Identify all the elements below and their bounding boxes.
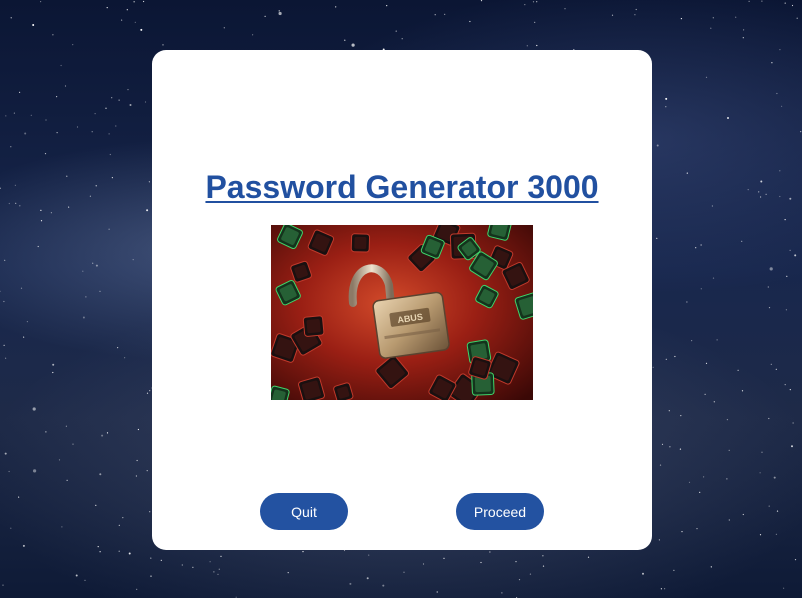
- hero-image: ABUS: [271, 225, 533, 400]
- padlock-keyboard-image: ABUS: [271, 225, 533, 400]
- proceed-button[interactable]: Proceed: [456, 493, 544, 530]
- main-card: Password Generator 3000 ABUS Quit Procee…: [152, 50, 652, 550]
- quit-button[interactable]: Quit: [260, 493, 348, 530]
- page-title: Password Generator 3000: [205, 169, 599, 205]
